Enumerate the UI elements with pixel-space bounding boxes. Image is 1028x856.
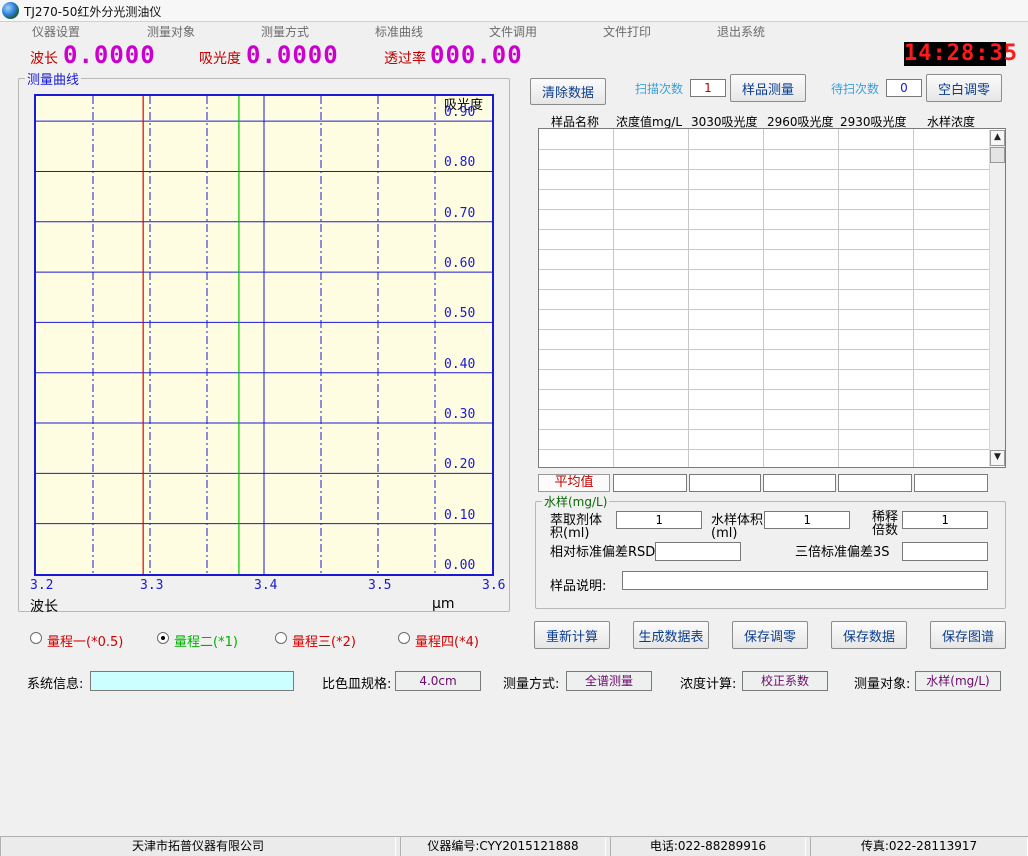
y-tick-label: 0.60	[444, 256, 476, 272]
menu-instrument-settings[interactable]: 仪器设置	[32, 23, 80, 40]
y-tick-label: 0.20	[444, 457, 476, 473]
absorbance-label: 吸光度	[199, 51, 241, 67]
title-bar: TJ270-50红外分光测油仪	[0, 0, 1028, 22]
x-axis-label: 波长	[30, 599, 58, 615]
save-spectrum-button[interactable]: 保存图谱	[930, 621, 1006, 649]
sample-volume-field[interactable]	[764, 511, 850, 529]
y-tick-label: 0.40	[444, 356, 476, 372]
recalculate-button[interactable]: 重新计算	[534, 621, 610, 649]
plot-area: 吸光度	[34, 94, 494, 576]
average-3030	[689, 474, 761, 492]
rsd-label: 相对标准偏差RSD	[550, 545, 656, 560]
average-concentration	[613, 474, 687, 492]
mode-value: 全谱测量	[566, 671, 652, 691]
scan-count-label: 扫描次数	[635, 82, 684, 96]
curve-groupbox-title: 测量曲线	[25, 69, 82, 88]
menu-standard-curve[interactable]: 标准曲线	[375, 23, 423, 40]
menu-file-open[interactable]: 文件调用	[489, 23, 537, 40]
system-info-field	[90, 671, 294, 691]
object-value: 水样(mg/L)	[915, 671, 1001, 691]
wavelength-label: 波长	[30, 51, 58, 67]
average-water-conc	[914, 474, 988, 492]
water-sample-title: 水样(mg/L)	[542, 493, 610, 510]
sample-description-label: 样品说明:	[550, 579, 607, 594]
status-bar: 天津市拓普仪器有限公司 仪器编号:CYY2015121888 电话:022-88…	[0, 836, 1028, 856]
range-3-label[interactable]: 量程三(*2)	[292, 631, 356, 650]
range-4-label[interactable]: 量程四(*4)	[415, 631, 479, 650]
menu-measure-object[interactable]: 测量对象	[147, 23, 195, 40]
dilution-label: 稀释倍数	[872, 510, 899, 538]
status-fax: 传真:022-28113917	[810, 837, 1028, 856]
status-company: 天津市拓普仪器有限公司	[0, 837, 396, 856]
system-info-label: 系统信息:	[27, 677, 84, 692]
rsd-field[interactable]	[655, 542, 741, 561]
y-tick-label: 0.50	[444, 306, 476, 322]
x-tick-label: 3.2	[30, 578, 54, 593]
x-tick-label: 3.6	[482, 578, 506, 593]
object-label: 测量对象:	[854, 677, 911, 692]
scroll-up-icon[interactable]: ▲	[990, 130, 1005, 146]
pending-scan-label: 待扫次数	[831, 82, 880, 96]
x-axis-unit: μm	[432, 596, 455, 612]
average-2930	[838, 474, 912, 492]
y-tick-label: 0.70	[444, 205, 476, 221]
y-tick-label: 0.90	[444, 105, 476, 121]
sample-volume-label: 水样体积(ml)	[711, 513, 764, 541]
sample-description-field[interactable]	[622, 571, 988, 590]
range-1-radio[interactable]	[30, 632, 42, 644]
scroll-thumb[interactable]	[990, 147, 1005, 163]
transmittance-label: 透过率	[384, 51, 426, 67]
x-tick-label: 3.5	[368, 578, 392, 593]
status-phone: 电话:022-88289916	[610, 837, 806, 856]
scan-count-value[interactable]: 1	[690, 79, 726, 97]
transmittance-value: 000.00	[430, 41, 523, 69]
range-3-radio[interactable]	[275, 632, 287, 644]
mode-label: 测量方式:	[503, 677, 560, 692]
data-table[interactable]	[538, 128, 1006, 468]
clock-display: 14:28:35	[904, 41, 1018, 66]
generate-table-button[interactable]: 生成数据表	[633, 621, 709, 649]
status-instrument-no: 仪器编号:CYY2015121888	[400, 837, 606, 856]
y-tick-label: 0.30	[444, 407, 476, 423]
app-globe-icon	[2, 2, 19, 19]
clear-data-button[interactable]: 清除数据	[530, 78, 606, 105]
save-data-button[interactable]: 保存数据	[831, 621, 907, 649]
calc-value: 校正系数	[742, 671, 828, 691]
scroll-down-icon[interactable]: ▼	[990, 450, 1005, 466]
y-tick-label: 0.10	[444, 507, 476, 523]
menu-bar: 仪器设置 测量对象 测量方式 标准曲线 文件调用 文件打印 退出系统	[0, 22, 1028, 40]
y-tick-label: 0.00	[444, 558, 476, 573]
range-1-label[interactable]: 量程一(*0.5)	[47, 631, 123, 650]
average-label: 平均值	[538, 474, 610, 492]
data-table-gridlines	[539, 129, 989, 467]
menu-file-print[interactable]: 文件打印	[603, 23, 651, 40]
wavelength-value: 0.0000	[63, 41, 156, 69]
y-tick-label: 0.80	[444, 155, 476, 171]
range-2-radio[interactable]	[157, 632, 169, 644]
save-zero-button[interactable]: 保存调零	[732, 621, 808, 649]
window-title: TJ270-50红外分光测油仪	[24, 5, 162, 19]
sample-measure-button[interactable]: 样品测量	[730, 74, 806, 102]
blank-zero-button[interactable]: 空白调零	[926, 74, 1002, 102]
range-4-radio[interactable]	[398, 632, 410, 644]
table-scrollbar[interactable]	[989, 130, 1005, 466]
cuvette-value: 4.0cm	[395, 671, 481, 691]
x-tick-label: 3.3	[140, 578, 164, 593]
range-2-label[interactable]: 量程二(*1)	[174, 631, 238, 650]
average-2960	[763, 474, 836, 492]
absorbance-value: 0.0000	[246, 41, 339, 69]
menu-exit[interactable]: 退出系统	[717, 23, 765, 40]
pending-scan-value[interactable]: 0	[886, 79, 922, 97]
three-sd-label: 三倍标准偏差3S	[795, 545, 890, 560]
cuvette-label: 比色皿规格:	[322, 677, 392, 692]
extractant-volume-field[interactable]	[616, 511, 702, 529]
extractant-volume-label: 萃取剂体积(ml)	[550, 513, 603, 541]
three-sd-field[interactable]	[902, 542, 988, 561]
plot-svg	[36, 96, 492, 574]
menu-measure-mode[interactable]: 测量方式	[261, 23, 309, 40]
x-tick-label: 3.4	[254, 578, 278, 593]
dilution-field[interactable]	[902, 511, 988, 529]
calc-label: 浓度计算:	[680, 677, 737, 692]
